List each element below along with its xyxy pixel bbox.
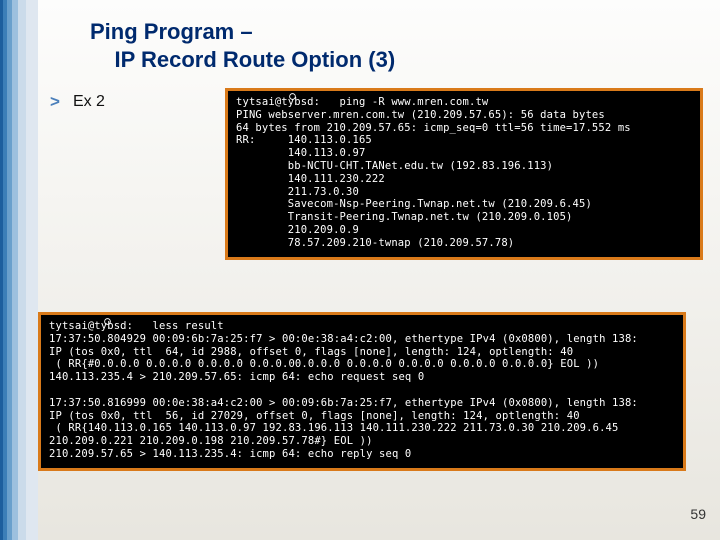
terminal-output-top: tytsai@tybsd: ping -R www.mren.com.tw PI… (236, 96, 692, 250)
terminal-panel-top: tytsai@tybsd: ping -R www.mren.com.tw PI… (225, 88, 703, 260)
prompt-circle-icon (288, 92, 297, 101)
bullet-row: > Ex 2 (50, 92, 105, 112)
prompt-circle-icon (103, 317, 112, 326)
page-number: 59 (690, 506, 706, 522)
terminal-output-bottom: tytsai@tybsd: less result 17:37:50.80492… (49, 320, 675, 461)
title-line-1: Ping Program – (90, 19, 253, 44)
page-title: Ping Program – IP Record Route Option (3… (90, 18, 395, 73)
title-line-2: IP Record Route Option (3) (114, 47, 395, 72)
terminal-panel-bottom: tytsai@tybsd: less result 17:37:50.80492… (38, 312, 686, 471)
bullet-text: Ex 2 (73, 93, 105, 111)
bullet-chevron-icon: > (50, 92, 60, 112)
